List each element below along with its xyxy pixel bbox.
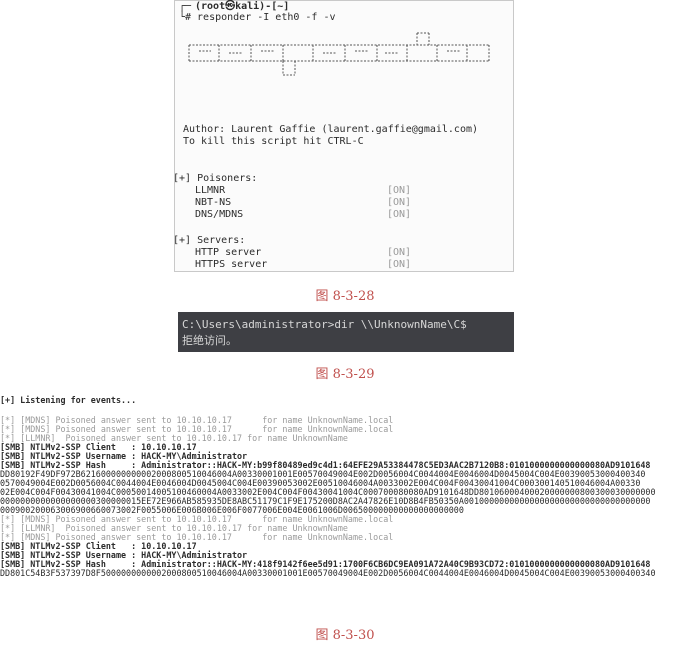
author-line: Author: Laurent Gaffie (laurent.gaffie@g…	[183, 124, 479, 135]
cmd-terminal: C:\Users\administrator>dir \\UnknownName…	[178, 312, 514, 352]
server-http: HTTP server	[195, 247, 262, 258]
responder-banner-art	[188, 32, 490, 76]
poisoner-nbtns: NBT-NS	[195, 197, 232, 208]
poisoner-nbtns-status: [ON]	[387, 197, 412, 208]
poisoner-dnsmdns-status: [ON]	[387, 209, 412, 220]
server-https-status: [ON]	[387, 259, 412, 270]
command-line: # responder -I eth0 -f -v	[185, 12, 336, 23]
figure-caption-8-3-30: 图 8-3-30	[315, 628, 375, 643]
cmd-line: C:\Users\administrator>dir \\UnknownName…	[182, 318, 467, 331]
output-line: [+] Listening for events...	[0, 395, 137, 405]
servers-header: [+] Servers:	[173, 235, 246, 246]
kill-hint-line: To kill this script hit CTRL-C	[183, 136, 364, 147]
poisoner-llmnr: LLMNR	[195, 185, 226, 196]
poisoners-header: [+] Poisoners:	[173, 173, 258, 184]
server-http-status: [ON]	[387, 247, 412, 258]
responder-terminal: ┌─ (root㉿kali)-[~] └ # responder -I eth0…	[173, 0, 514, 272]
server-https: HTTPS server	[195, 259, 268, 270]
access-denied-line: 拒绝访问。	[182, 334, 237, 347]
output-line: DD801C54B3F537397D8F50000000000020008005…	[0, 568, 656, 578]
figure-caption-8-3-29: 图 8-3-29	[315, 367, 375, 382]
poisoner-dnsmdns: DNS/MDNS	[195, 209, 244, 220]
figure-caption-8-3-28: 图 8-3-28	[315, 289, 375, 304]
responder-output-terminal: [+] Listening for events... [*] [MDNS] P…	[0, 392, 689, 610]
poisoner-llmnr-status: [ON]	[387, 185, 412, 196]
